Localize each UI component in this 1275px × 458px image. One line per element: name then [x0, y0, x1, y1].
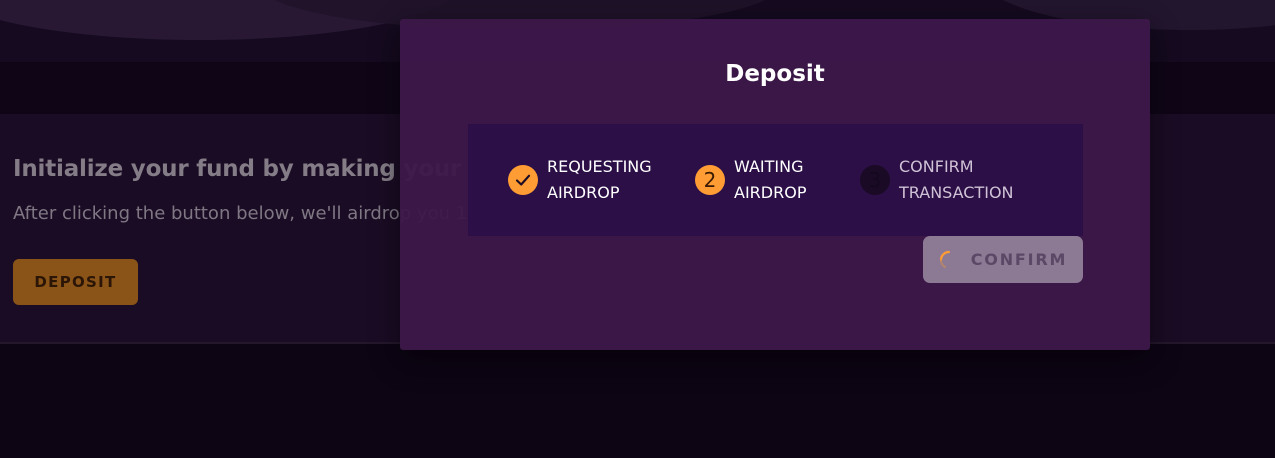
lower-area	[0, 344, 1275, 458]
step-waiting-airdrop: 2 WAITING AIRDROP	[695, 154, 806, 206]
step-label: WAITING AIRDROP	[734, 154, 806, 206]
confirm-button-label: CONFIRM	[970, 250, 1068, 269]
deposit-stepper: REQUESTING AIRDROP 2 WAITING AIRDROP 3 C…	[468, 124, 1083, 236]
step-requesting-airdrop: REQUESTING AIRDROP	[508, 154, 652, 206]
step-label: REQUESTING AIRDROP	[547, 154, 652, 206]
step-label-line: REQUESTING	[547, 157, 652, 176]
step-number-badge: 3	[860, 165, 890, 195]
app-page: Initialize your fund by making your firs…	[0, 0, 1275, 458]
confirm-button[interactable]: CONFIRM	[923, 236, 1083, 283]
spinner-icon	[939, 250, 950, 268]
modal-title: Deposit	[725, 61, 825, 87]
step-label-line: CONFIRM	[899, 157, 974, 176]
step-label-line: WAITING	[734, 157, 804, 176]
step-label: CONFIRM TRANSACTION	[899, 154, 1014, 206]
deposit-button[interactable]: DEPOSIT	[13, 259, 138, 305]
step-label-line: AIRDROP	[547, 183, 620, 202]
deposit-modal: Deposit REQUESTING AIRDROP 2 WAITING AIR…	[400, 19, 1150, 350]
check-icon	[508, 165, 538, 195]
step-number-badge: 2	[695, 165, 725, 195]
step-label-line: AIRDROP	[734, 183, 807, 202]
step-label-line: TRANSACTION	[899, 183, 1014, 202]
step-confirm-transaction: 3 CONFIRM TRANSACTION	[860, 154, 1014, 206]
